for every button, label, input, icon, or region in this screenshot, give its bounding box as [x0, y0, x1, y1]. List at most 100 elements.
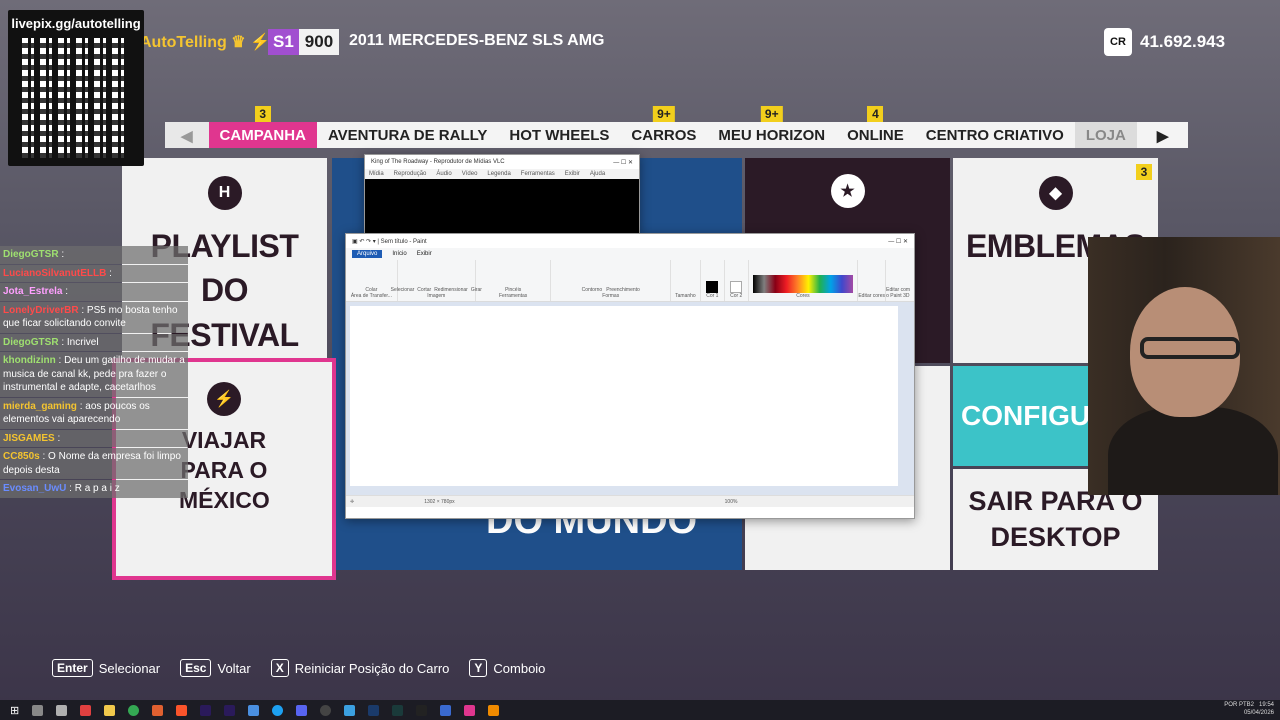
vlc-menu-item[interactable]: Áudio: [436, 171, 451, 177]
color2-swatch-icon[interactable]: [730, 281, 743, 293]
prompt-y[interactable]: Y Comboio: [469, 659, 545, 677]
cursor-icon: ✛: [350, 498, 355, 505]
clock-time[interactable]: 19:54: [1259, 702, 1274, 708]
color1-button[interactable]: Cor 1: [706, 293, 718, 299]
pi-value: 900: [298, 29, 340, 55]
credits-value: 41.692.943: [1140, 32, 1226, 51]
tab-label: LOJA: [1085, 127, 1126, 144]
vlc-menu-item[interactable]: Ajuda: [590, 171, 605, 177]
chat-message: khondizinn : Deu um gatilho de mudar a m…: [0, 352, 188, 397]
canvas-dimensions: 1302 × 780px: [424, 498, 455, 505]
tab-hot-wheels[interactable]: HOT WHEELS: [498, 122, 621, 148]
tab-online[interactable]: ONLINE 4: [836, 106, 915, 148]
prompt-esc[interactable]: Esc Voltar: [180, 659, 251, 677]
paint-window[interactable]: ▣ ↶ ↷ ▾ | Sem título - Paint — ☐ ✕ Arquiv…: [345, 233, 915, 519]
taskview-icon[interactable]: [32, 704, 44, 716]
chat-separator: :: [39, 451, 49, 462]
app-icon[interactable]: [440, 704, 452, 716]
button-prompts: Enter Selecionar Esc Voltar X Reiniciar Pos…: [52, 659, 545, 677]
star-icon: ★: [830, 174, 865, 208]
chat-separator: :: [54, 432, 61, 444]
paint-icon[interactable]: [464, 704, 476, 716]
tab-carros[interactable]: CARROS 9+: [620, 106, 708, 148]
paint-tab-arquivo[interactable]: Arquivo: [352, 250, 383, 258]
prompt-enter[interactable]: Enter Selecionar: [52, 659, 160, 677]
folder-icon[interactable]: [104, 704, 116, 716]
vlc-menu-item[interactable]: Mídia: [369, 171, 384, 177]
paint3d-button[interactable]: Editar com o Paint 3D: [886, 287, 914, 299]
glasses-icon: [1140, 337, 1240, 359]
color2-button[interactable]: Cor 2: [730, 293, 742, 299]
vlc-icon[interactable]: [488, 704, 500, 716]
tab-campanha[interactable]: CAMPANHA 3: [208, 106, 317, 148]
window-controls-icon[interactable]: — ☐ ✕: [613, 159, 633, 166]
prompt-label: Selecionar: [98, 660, 161, 676]
photoshop-icon[interactable]: [368, 704, 380, 716]
vlc-window[interactable]: King of The Roadway - Reprodutor de Mídi…: [364, 154, 640, 234]
app-icon[interactable]: [272, 704, 284, 716]
tab-badge: 3: [254, 106, 271, 122]
tab-label: ONLINE: [847, 127, 904, 144]
vlc-menubar: Mídia Reprodução Áudio Vídeo Legenda Fer…: [365, 169, 639, 179]
lang-indicator[interactable]: POR PTB2: [1224, 702, 1254, 708]
tab-next-button[interactable]: ▶: [1136, 122, 1189, 148]
group-label: Imagem: [427, 293, 446, 299]
app-icon[interactable]: [248, 704, 260, 716]
pi-rating: S1 900: [268, 29, 340, 55]
app-icon[interactable]: [56, 704, 68, 716]
chrome-icon[interactable]: [128, 704, 140, 716]
paint3d-group: Editar com o Paint 3D: [886, 260, 914, 301]
start-icon[interactable]: ⊞: [10, 704, 19, 717]
app-icon[interactable]: [152, 704, 164, 716]
paint-canvas[interactable]: [350, 306, 898, 486]
paint-tab-inicio[interactable]: Início: [392, 251, 406, 257]
brave-icon[interactable]: [176, 704, 188, 716]
audition-icon[interactable]: [392, 704, 404, 716]
app-icon[interactable]: [296, 704, 308, 716]
select-button[interactable]: Selecionar: [391, 287, 415, 293]
clock-date[interactable]: 05/04/2026: [1244, 710, 1274, 716]
chat-username: CC850s: [3, 451, 40, 462]
chat-message: mierda_gaming : aos poucos os elementos …: [0, 397, 188, 429]
size-button[interactable]: Tamanho: [675, 293, 696, 299]
vlc-menu-item[interactable]: Legenda: [487, 171, 510, 177]
vlc-menu-item[interactable]: Reprodução: [394, 171, 427, 177]
edit-colors-button[interactable]: Editar cores: [858, 293, 885, 299]
color-palette[interactable]: [752, 275, 853, 293]
window-controls-icon[interactable]: — ☐ ✕: [888, 238, 908, 245]
group-label: Ferramentas: [498, 293, 528, 299]
group-label: Área de Transfer...: [350, 293, 392, 299]
key-label: Enter: [52, 659, 93, 677]
color1-swatch-icon[interactable]: [706, 281, 719, 293]
obs-icon[interactable]: [320, 704, 332, 716]
chat-username: Evosan_UwU: [3, 483, 67, 494]
outline-button[interactable]: Contorno: [582, 287, 603, 293]
vlc-menu-item[interactable]: Exibir: [565, 171, 580, 177]
qr-code-icon: [22, 38, 130, 158]
media-encoder-icon[interactable]: [224, 704, 236, 716]
app-icon[interactable]: [80, 704, 92, 716]
chat-separator: :: [58, 249, 65, 260]
app-icon[interactable]: [344, 704, 356, 716]
emblemas-badge: 3: [1136, 164, 1152, 180]
vlc-titlebar[interactable]: King of The Roadway - Reprodutor de Mídi…: [365, 155, 639, 169]
system-tray[interactable]: POR PTB2 19:54 05/04/2026: [1224, 702, 1274, 718]
image-group: Selecionar Cortar Redimensionar Girar Imagem: [391, 260, 482, 301]
tab-centro-criativo[interactable]: CENTRO CRIATIVO: [914, 122, 1075, 148]
main-tabs: ◀ CAMPANHA 3 AVENTURA DE RALLY HOT WHEELS…: [165, 106, 1189, 148]
vlc-menu-item[interactable]: Ferramentas: [521, 171, 555, 177]
paint-title: Sem título - Paint: [380, 238, 427, 245]
capcut-icon[interactable]: [416, 704, 428, 716]
prompt-x[interactable]: X Reiniciar Posição do Carro: [270, 659, 449, 677]
chat-username: Jota_Estrela: [3, 286, 63, 297]
paint-tab-exibir[interactable]: Exibir: [417, 251, 432, 257]
tab-loja[interactable]: LOJA: [1074, 122, 1137, 148]
premiere-icon[interactable]: [200, 704, 212, 716]
gamertag: AutoTelling ♛ ⚡: [140, 32, 270, 52]
paint-ribbon: Colar Área de Transfer... Selecionar Corta…: [346, 260, 914, 302]
tab-prev-button[interactable]: ◀: [165, 122, 209, 148]
vlc-menu-item[interactable]: Vídeo: [462, 171, 478, 177]
tab-meu-horizon[interactable]: MEU HORIZON 9+: [707, 106, 837, 148]
paint-titlebar[interactable]: ▣ ↶ ↷ ▾ | Sem título - Paint — ☐ ✕: [346, 234, 914, 248]
tab-aventura-rally[interactable]: AVENTURA DE RALLY: [316, 122, 499, 148]
